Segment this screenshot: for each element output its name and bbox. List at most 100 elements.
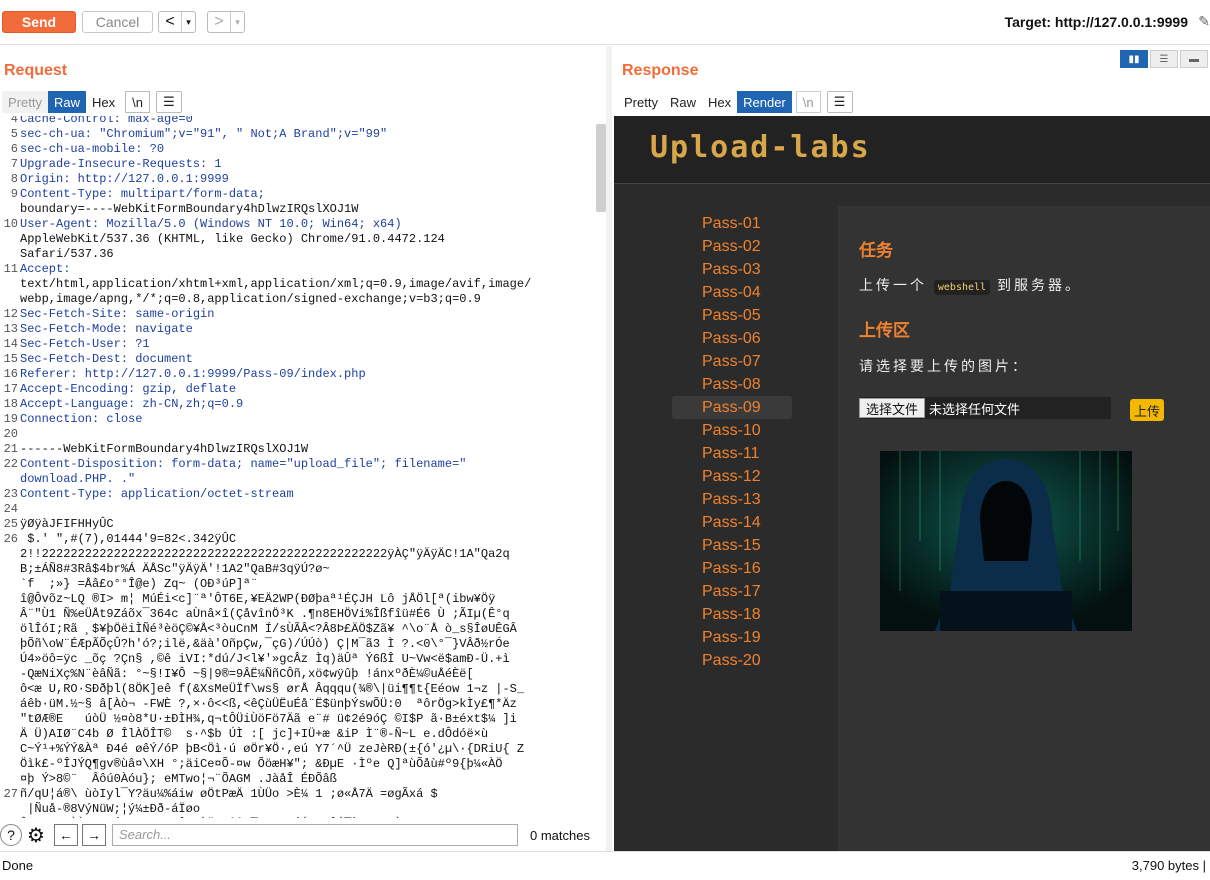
pass-link[interactable]: Pass-01 — [672, 212, 792, 235]
pass-link[interactable]: Pass-03 — [672, 258, 792, 281]
code-line: Accept: — [20, 262, 71, 276]
forward-button[interactable]: > — [208, 12, 230, 32]
pass-link[interactable]: Pass-12 — [672, 465, 792, 488]
upload-button[interactable]: 上传 — [1130, 399, 1164, 421]
task-text: 上传一个 — [859, 277, 927, 293]
pass-link[interactable]: Pass-15 — [672, 534, 792, 557]
layout-split-icon[interactable]: ▮▮ — [1120, 50, 1148, 68]
search-input[interactable]: Search... — [112, 824, 518, 846]
pass-link[interactable]: Pass-16 — [672, 557, 792, 580]
cancel-button[interactable]: Cancel — [82, 11, 153, 33]
search-prev-icon[interactable]: ← — [54, 824, 78, 846]
line-number: 17 — [3, 382, 18, 396]
pass-link[interactable]: Pass-19 — [672, 626, 792, 649]
line-number: 27 — [3, 787, 18, 801]
request-editor[interactable]: 4 Cache-Control: max-age=0 5 sec-ch-ua: "Ch… — [0, 116, 600, 818]
tab-pretty[interactable]: Pretty — [618, 91, 664, 113]
line-number: 19 — [3, 412, 18, 426]
site-logo: Upload-labs — [650, 130, 871, 165]
pass-link[interactable]: Pass-04 — [672, 281, 792, 304]
pass-link[interactable]: Pass-05 — [672, 304, 792, 327]
request-scrollbar[interactable] — [596, 124, 606, 212]
line-number: 26 — [3, 532, 18, 546]
response-title: Response — [622, 62, 699, 79]
rendered-page: Upload-labs Pass-01 Pass-02 Pass-03 Pass-04… — [614, 116, 1210, 851]
back-dropdown-icon[interactable]: ▾ — [181, 12, 195, 32]
pass-link[interactable]: Pass-06 — [672, 327, 792, 350]
code-line: sec-ch-ua: "Chromium";v="91", " Not;A Br… — [20, 127, 388, 141]
menu-icon[interactable]: ☰ — [826, 91, 853, 113]
line-number: 15 — [3, 352, 18, 366]
menu-icon[interactable]: ☰ — [155, 91, 182, 113]
panel-splitter[interactable] — [606, 46, 612, 851]
code-line: webp,image/apng,*/*;q=0.8,application/si… — [20, 292, 481, 306]
tab-raw[interactable]: Raw — [664, 91, 702, 113]
code-line: "tØÆ®E úòÜ ½¤ò8*U·±ÐÌH¾,q¬tÔÜiÙöFö7Äã e¨… — [20, 712, 517, 726]
status-text: Done — [2, 858, 34, 873]
pass-link[interactable]: Pass-09 — [672, 396, 792, 419]
line-number: 21 — [3, 442, 18, 456]
code-line: ölÎóI;Rã ¸$¥þÖëiÌÑé³èöÇ©¥Å<³òuCnM Í/sÙÃÂ… — [20, 622, 517, 636]
edit-target-icon[interactable]: ✎ — [1198, 13, 1210, 30]
code-line: Ú4»öô=ÿc _õç ?Çn§ ,©ê iVI:*dú/J<l¥'»gcÂz… — [20, 652, 510, 666]
tab-raw[interactable]: Raw — [47, 91, 86, 113]
pass-link[interactable]: Pass-18 — [672, 603, 792, 626]
code-line: ------WebKitFormBoundary4hDlwzIRQslXOJ1W — [20, 442, 309, 456]
code-line: ñ/qU¦á®\ ùòIyl¯Y?äu¼%áiw øÖtPæÄ 1ÙÜo >È¼… — [20, 787, 438, 801]
choose-file-button[interactable]: 选择文件 — [859, 398, 926, 418]
tab-hex[interactable]: Hex — [86, 91, 121, 113]
status-bar: Done 3,790 bytes | — [0, 851, 1210, 880]
layout-single-icon[interactable]: ▬ — [1180, 50, 1208, 68]
pass-link[interactable]: Pass-13 — [672, 488, 792, 511]
code-line: Content-Type: multipart/form-data; — [20, 187, 265, 201]
line-number: 10 — [3, 217, 18, 231]
hacker-image — [880, 451, 1132, 631]
content-panel: 任务 上传一个 webshell 到服务器。 上传区 请选择要上传的图片： 选择… — [838, 206, 1210, 851]
code-line: |Ñuå-®8VýNüW;¦ý¼±Ðð-áÏøo — [20, 802, 201, 816]
tab-pretty[interactable]: Pretty — [2, 91, 48, 113]
forward-nav-group: > ▾ — [207, 11, 245, 33]
pass-link[interactable]: Pass-08 — [672, 373, 792, 396]
task-code: webshell — [933, 280, 991, 295]
code-line: áêb·üM.½~§ â[Àò¬ -FWÈ ?,×·ô<<ß,<êÇùÜËuÉå… — [20, 697, 517, 711]
line-number: 12 — [3, 307, 18, 321]
tab-render[interactable]: Render — [737, 91, 792, 113]
top-toolbar: Send Cancel < ▾ > ▾ Target: http://127.0… — [0, 0, 1210, 44]
code-line: B;±ÁÑ8#3Râ$4br%Á ÄÅSc"ÿÄÿÄ'!1A2"QaB#3qÿÚ… — [20, 562, 330, 576]
tab-hex[interactable]: Hex — [702, 91, 737, 113]
pass-link[interactable]: Pass-14 — [672, 511, 792, 534]
pass-link[interactable]: Pass-07 — [672, 350, 792, 373]
layout-stack-icon[interactable]: ☰ — [1150, 50, 1178, 68]
code-line: -QæNiXç%N¨èâÑã: °~§!I¥Ô ~§|9®=9ÂË¼ÑñCÔñ,… — [20, 667, 474, 681]
search-next-icon[interactable]: → — [82, 824, 106, 846]
target-url[interactable]: Target: http://127.0.0.1:9999 — [1005, 14, 1188, 30]
code-line: text/html,application/xhtml+xml,applicat… — [20, 277, 532, 291]
code-line: Referer: http://127.0.0.1:9999/Pass-09/i… — [20, 367, 366, 381]
pass-link[interactable]: Pass-02 — [672, 235, 792, 258]
forward-dropdown-icon[interactable]: ▾ — [230, 12, 244, 32]
pass-link[interactable]: Pass-17 — [672, 580, 792, 603]
line-number: 4 — [10, 116, 18, 126]
request-tabs: Pretty Raw Hex \n ☰ — [2, 91, 182, 113]
pass-link[interactable]: Pass-11 — [672, 442, 792, 465]
line-number: 8 — [10, 172, 18, 186]
response-size: 3,790 bytes | — [1131, 858, 1206, 873]
code-line: ô<æ U,RO·SÐðþl(8ÖK]eê f(&XsMeÜÏf\ws§ ørÅ… — [20, 682, 525, 696]
toolbar-divider — [0, 44, 1210, 45]
tab-newline[interactable]: \n — [125, 91, 150, 113]
settings-gear-icon[interactable]: ⚙ — [25, 824, 47, 847]
code-line: Cache-Control: max-age=0 — [20, 116, 193, 126]
task-heading: 任务 — [859, 241, 893, 260]
pass-link[interactable]: Pass-10 — [672, 419, 792, 442]
line-number: 23 — [3, 487, 18, 501]
pass-link[interactable]: Pass-20 — [672, 649, 792, 672]
code-line: Connection: close — [20, 412, 143, 426]
line-number: 24 — [3, 502, 18, 516]
help-icon[interactable]: ? — [0, 824, 22, 846]
tab-newline[interactable]: \n — [795, 91, 821, 113]
back-button[interactable]: < — [159, 12, 181, 32]
line-number: 13 — [3, 322, 18, 336]
request-title: Request — [4, 62, 68, 79]
send-button[interactable]: Send — [2, 11, 76, 33]
file-input: 选择文件 未选择任何文件 — [859, 397, 1111, 419]
